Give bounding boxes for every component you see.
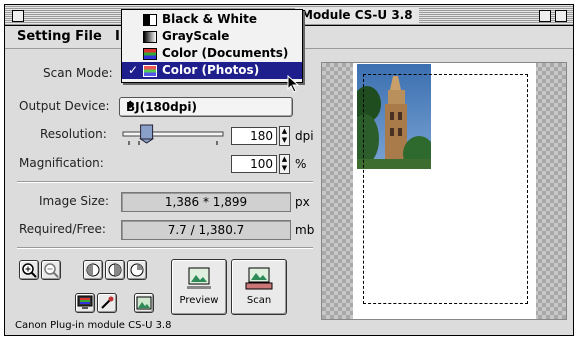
flip-button[interactable] (105, 260, 125, 280)
window-title: Module CS-U 3.8 (295, 7, 419, 23)
magnification-unit: % (295, 157, 307, 171)
color-documents-icon (143, 48, 157, 60)
scanner-window: Module CS-U 3.8 Setting File I Scan Mode… (4, 4, 574, 336)
zoom-in-icon (22, 263, 37, 278)
magnification-stepper[interactable]: ▲ ▼ (279, 154, 290, 174)
preview-label: Preview (179, 295, 219, 306)
eyedropper-icon (101, 296, 114, 309)
option-color-photos[interactable]: ✓ Color (Photos) (122, 62, 302, 79)
required-free-unit: mb (295, 223, 315, 237)
slider-thumb[interactable] (138, 124, 155, 144)
rotate-left-button[interactable] (83, 260, 103, 280)
option-label: GrayScale (162, 29, 230, 43)
magnification-field[interactable]: 100 (231, 155, 277, 173)
rotate-left-icon (86, 263, 100, 277)
color-photos-icon (143, 65, 157, 77)
option-color-documents[interactable]: Color (Documents) (122, 45, 302, 62)
preview-icon (187, 267, 211, 289)
flip-icon (108, 263, 122, 277)
resolution-label: Resolution: (40, 127, 107, 141)
check-icon: ✓ (128, 63, 139, 77)
resolution-field[interactable]: 180 (231, 127, 277, 145)
resolution-stepper[interactable]: ▲ ▼ (279, 126, 290, 146)
resolution-slider[interactable] (119, 123, 227, 147)
menu-partial[interactable]: I (115, 29, 120, 44)
image-icon (136, 296, 152, 310)
option-black-white[interactable]: Black & White (122, 11, 302, 28)
scan-icon (245, 267, 273, 290)
output-device-label: Output Device: (19, 99, 110, 113)
magnification-label: Magnification: (19, 156, 104, 170)
output-device-popup[interactable]: BJ(180dpi) ⬍ (119, 97, 293, 117)
option-label: Black & White (162, 12, 258, 26)
zoom-out-button[interactable] (41, 260, 61, 280)
preview-button[interactable]: Preview (171, 259, 227, 315)
eyedropper-button[interactable] (97, 293, 117, 313)
required-free-value: 7.7 / 1,380.7 (121, 220, 291, 240)
status-text: Canon Plug-in module CS-U 3.8 (15, 320, 172, 331)
preview-area[interactable] (321, 62, 567, 320)
collapse-box[interactable] (555, 10, 567, 22)
option-grayscale[interactable]: GrayScale (122, 28, 302, 45)
monitor-button[interactable] (75, 293, 95, 313)
rotate-right-button[interactable] (127, 260, 147, 280)
scan-button[interactable]: Scan (231, 259, 287, 315)
option-label: Color (Documents) (162, 46, 289, 60)
image-size-value: 1,386 * 1,899 (121, 192, 291, 212)
grayscale-icon (143, 31, 157, 43)
scan-mode-dropdown[interactable]: Black & White GrayScale Color (Documents… (121, 9, 303, 83)
image-size-unit: px (295, 195, 310, 209)
settings-panel: Scan Mode: Output Device: BJ(180dpi) ⬍ R… (5, 49, 315, 335)
divider (17, 247, 313, 249)
divider (17, 181, 313, 183)
resolution-unit: dpi (295, 129, 314, 143)
zoom-box[interactable] (539, 10, 551, 22)
zoom-in-button[interactable] (19, 260, 39, 280)
option-label: Color (Photos) (162, 63, 260, 77)
rotate-right-icon (130, 263, 144, 277)
zoom-out-icon (44, 263, 59, 278)
required-free-label: Required/Free: (19, 222, 106, 236)
monitor-icon (77, 295, 93, 309)
image-size-label: Image Size: (39, 194, 110, 208)
scan-area-marquee[interactable] (363, 74, 528, 304)
image-adjust-button[interactable] (134, 293, 154, 313)
menu-setting-file[interactable]: Setting File (17, 29, 102, 44)
scan-mode-label: Scan Mode: (43, 66, 113, 80)
close-box[interactable] (12, 10, 24, 22)
mouse-pointer-icon (287, 75, 300, 93)
popup-arrows-icon: ⬍ (126, 100, 135, 111)
bw-icon (143, 14, 157, 26)
scan-label: Scan (246, 295, 272, 306)
slider-track (122, 131, 224, 137)
